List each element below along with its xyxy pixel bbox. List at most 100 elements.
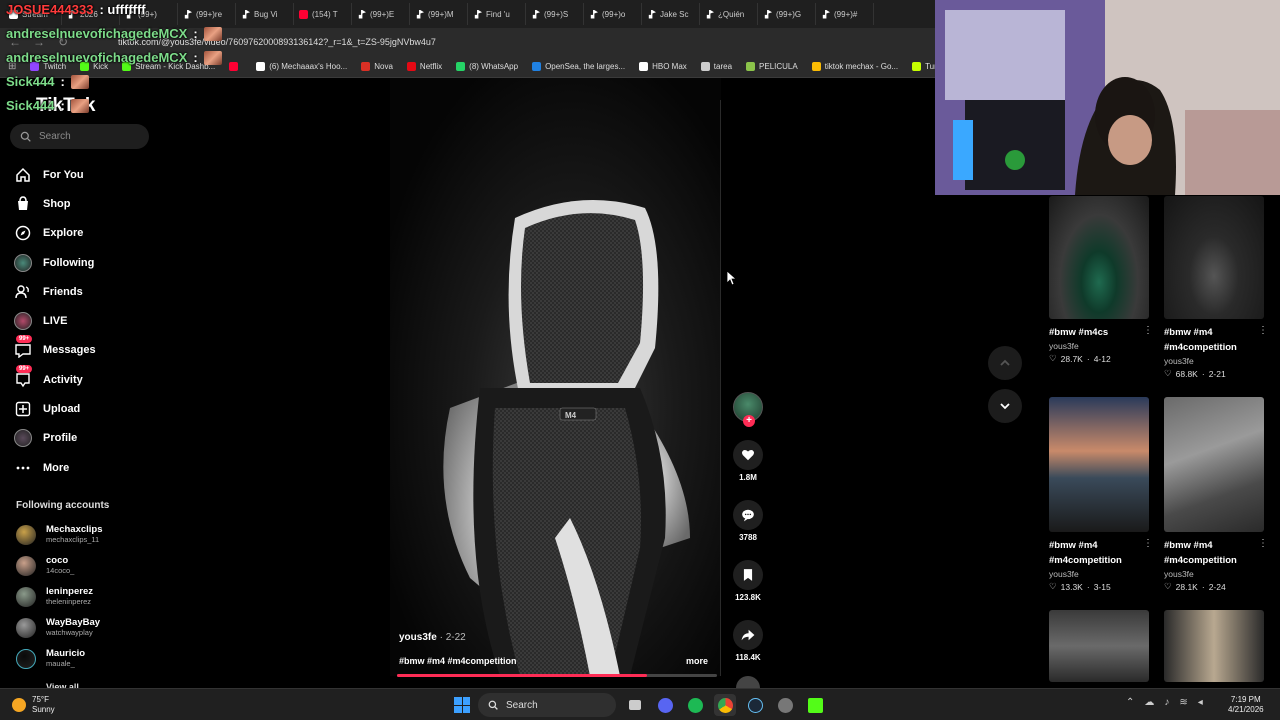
video-thumbnail[interactable]	[1049, 610, 1149, 682]
bookmark-item[interactable]: (8) WhatsApp	[456, 62, 518, 71]
browser-tab[interactable]: (99+)#	[816, 3, 874, 25]
related-video-title[interactable]: #bmw #m4cs	[1049, 325, 1149, 340]
like-button[interactable]	[733, 440, 763, 470]
sidebar-item-shop[interactable]: Shop	[14, 189, 164, 218]
sidebar-item-messages[interactable]: 99+ Messages	[14, 335, 164, 365]
video-player[interactable]: M4	[390, 78, 721, 676]
bookmark-item[interactable]: Turn You	[912, 62, 935, 71]
microphone-icon[interactable]: ♪	[1164, 697, 1169, 708]
sidebar-item-upload[interactable]: Upload	[14, 394, 164, 423]
browser-tab[interactable]: (99+)G	[758, 3, 816, 25]
following-account[interactable]: coco 14coco_	[16, 551, 156, 582]
browser-tab[interactable]: (99+)re	[178, 3, 236, 25]
creator-avatar[interactable]: +	[733, 392, 763, 427]
chrome-icon[interactable]	[714, 694, 736, 716]
taskbar-search[interactable]: Search	[478, 693, 616, 717]
browser-tab[interactable]: (154) T	[294, 3, 352, 25]
video-caption[interactable]: #bmw #m4 #m4competition	[399, 656, 517, 666]
video-thumbnail[interactable]	[1164, 610, 1264, 682]
wifi-icon[interactable]: ≋	[1179, 697, 1187, 708]
account-handle: 14coco_	[46, 566, 75, 576]
sidebar-item-profile[interactable]: Profile	[14, 424, 164, 453]
related-video-title-row: #bmw #m4 #m4competition ⋮	[1164, 538, 1268, 568]
bookmark-item[interactable]: OpenSea, the larges...	[532, 62, 625, 71]
network-cloud-icon[interactable]: ☁	[1144, 697, 1154, 708]
sidebar-item-more[interactable]: More	[14, 453, 164, 482]
task-view-icon[interactable]	[624, 694, 646, 716]
more-options-icon[interactable]: ⋮	[1258, 325, 1268, 336]
following-accounts-title: Following accounts	[16, 500, 110, 511]
related-video-author[interactable]: yous3fe	[1164, 356, 1264, 366]
search-input[interactable]: Search	[10, 124, 149, 149]
bookmark-item[interactable]: tarea	[700, 62, 732, 71]
bookmark-item[interactable]: tiktok mechax - Go...	[811, 62, 898, 71]
activity-icon: 99+	[14, 364, 33, 389]
comment-button[interactable]	[733, 500, 763, 530]
browser-tab[interactable]: Jake Sc	[642, 3, 700, 25]
related-video-title[interactable]: #bmw #m4 #m4competition	[1164, 538, 1264, 568]
kick-icon[interactable]	[804, 694, 826, 716]
chevron-up-icon[interactable]: ⌃	[1126, 697, 1134, 708]
sidebar-item-for-you[interactable]: For You	[14, 160, 164, 189]
sidebar-item-activity[interactable]: 99+ Activity	[14, 364, 164, 394]
windows-start-icon[interactable]	[454, 697, 470, 713]
following-account[interactable]: WayBayBay watchwayplay	[16, 612, 156, 643]
previous-video-button[interactable]	[988, 346, 1022, 380]
video-author-name[interactable]: yous3fe	[399, 632, 437, 643]
follow-plus-icon[interactable]: +	[743, 415, 755, 427]
browser-tab[interactable]: (99+)E	[352, 3, 410, 25]
video-thumbnail[interactable]	[1164, 397, 1264, 532]
video-thumbnail[interactable]	[1049, 397, 1149, 532]
discord-icon[interactable]	[654, 694, 676, 716]
related-video-author[interactable]: yous3fe	[1049, 569, 1149, 579]
bookmark-item[interactable]: PELICULA	[746, 62, 798, 71]
bookmark-item[interactable]: HBO Max	[639, 62, 687, 71]
sidebar-item-explore[interactable]: Explore	[14, 219, 164, 248]
related-video-card[interactable]	[1164, 610, 1264, 682]
following-account[interactable]: Mechaxclips mechaxclips_11	[16, 520, 156, 551]
related-video-author[interactable]: yous3fe	[1164, 569, 1264, 579]
sidebar-item-friends[interactable]: Friends	[14, 277, 164, 306]
settings-app-icon[interactable]	[774, 694, 796, 716]
more-options-icon[interactable]: ⋮	[1258, 538, 1268, 549]
browser-tab[interactable]: (99+)S	[526, 3, 584, 25]
video-progress-bar[interactable]	[397, 674, 717, 677]
spotify-icon[interactable]	[684, 694, 706, 716]
save-button[interactable]	[733, 560, 763, 590]
following-account[interactable]: leninperez theleninperez	[16, 582, 156, 613]
weather-widget[interactable]: 75°F Sunny	[12, 695, 55, 715]
browser-tab[interactable]: Find 'u	[468, 3, 526, 25]
sidebar-item-following[interactable]: Following	[14, 248, 164, 277]
related-video-card[interactable]	[1049, 610, 1149, 682]
steam-icon[interactable]	[744, 694, 766, 716]
related-video-title[interactable]: #bmw #m4 #m4competition	[1164, 325, 1264, 355]
share-button[interactable]	[733, 620, 763, 650]
volume-icon[interactable]: ◂	[1198, 697, 1203, 708]
following-account[interactable]: Mauricio mauale_	[16, 643, 156, 674]
bookmark-item[interactable]: (6) Mechaaax's Hoo...	[256, 62, 347, 71]
related-video-card[interactable]: #bmw #m4 #m4competition ⋮ yous3fe ♡ 28.1K · 2-…	[1164, 397, 1268, 592]
sidebar-item-live[interactable]: LIVE	[14, 306, 164, 335]
related-video-card[interactable]: #bmw #m4 #m4competition ⋮ yous3fe ♡ 13.3K · 3-…	[1049, 397, 1153, 592]
more-options-icon[interactable]: ⋮	[1143, 538, 1153, 549]
video-frame-seat: M4	[443, 200, 690, 676]
taskbar-clock[interactable]: 7:19 PM 4/21/2026	[1228, 695, 1264, 715]
bookmark-item[interactable]: Netflix	[406, 62, 442, 71]
browser-tab[interactable]: (99+)o	[584, 3, 642, 25]
video-thumbnail[interactable]	[1164, 196, 1264, 319]
related-video-author[interactable]: yous3fe	[1049, 341, 1149, 351]
browser-tab[interactable]: (99+)M	[410, 3, 468, 25]
heart-icon	[742, 449, 754, 461]
video-author[interactable]: yous3fe · 2-22	[399, 632, 466, 643]
related-video-card[interactable]: #bmw #m4cs ⋮ yous3fe ♡ 28.7K · 4-12	[1049, 196, 1153, 364]
caption-more-button[interactable]: more	[686, 656, 708, 666]
bookmark-item[interactable]: Nova	[361, 62, 393, 71]
related-video-title[interactable]: #bmw #m4 #m4competition	[1049, 538, 1149, 568]
more-options-icon[interactable]: ⋮	[1143, 325, 1153, 336]
bookmark-item[interactable]	[229, 62, 242, 71]
video-thumbnail[interactable]	[1049, 196, 1149, 319]
next-video-button[interactable]	[988, 389, 1022, 423]
browser-tab[interactable]: Bug Vi	[236, 3, 294, 25]
browser-tab[interactable]: ¿Quién	[700, 3, 758, 25]
related-video-card[interactable]: #bmw #m4 #m4competition ⋮ yous3fe ♡ 68.8K · 2-…	[1164, 196, 1268, 379]
